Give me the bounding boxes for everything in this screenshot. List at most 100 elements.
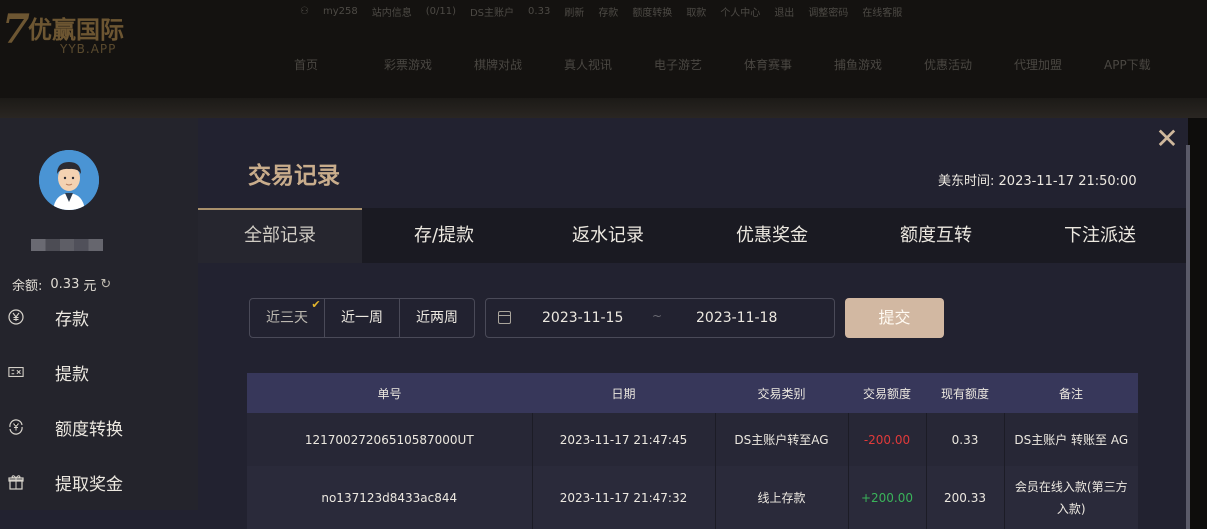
cell-balance: 200.33 [926, 466, 1005, 529]
main-panel: 交易记录 美东时间: 2023-11-17 21:50:00 ✕ 全部记录 存/… [198, 118, 1188, 529]
table-row: no137123d8433ac844 2023-11-17 21:47:32 线… [247, 466, 1138, 529]
close-icon[interactable]: ✕ [1155, 124, 1179, 154]
sidebar-item-label: 提款 [55, 364, 89, 385]
avatar [39, 150, 99, 210]
nav-item[interactable]: 首页 [294, 56, 384, 73]
nav-item[interactable]: 电子游艺 [654, 56, 744, 73]
range-label: 近三天 [266, 310, 308, 326]
topbar-password[interactable]: 调整密码 [808, 4, 848, 19]
logo-sub: YYB.APP [60, 42, 117, 56]
logo-mark: 7 [2, 6, 30, 53]
sidebar-item-bonus[interactable]: 提取奖金 [0, 467, 198, 497]
sidebar-item-withdraw[interactable]: 提款 [0, 357, 198, 387]
column-header: 交易额度 [848, 373, 926, 413]
topbar-logout[interactable]: 退出 [774, 4, 794, 19]
gift-icon [8, 474, 24, 490]
site-header: 7 优赢国际 YYB.APP ⚇ my258 站内信息 (0/11) DS主账户… [0, 0, 1207, 118]
topbar-account: DS主账户 [469, 8, 515, 19]
sidebar-item-label: 提取奖金 [55, 474, 123, 495]
nav-item[interactable]: APP下载 [1104, 56, 1194, 73]
date-start[interactable]: 2023-11-15 [542, 310, 623, 326]
tab-transfers[interactable]: 额度互转 [854, 208, 1018, 263]
topbar-withdraw[interactable]: 取款 [686, 4, 706, 19]
cell-note: DS主账户 转账至 AG [1004, 413, 1138, 466]
tab-bar: 全部记录 存/提款 返水记录 优惠奖金 额度互转 下注派送 [198, 208, 1188, 263]
tab-deposit-withdraw[interactable]: 存/提款 [362, 208, 526, 263]
balance-unit: 元 [83, 279, 97, 294]
column-header: 交易类别 [715, 373, 848, 413]
nav-item[interactable]: 代理加盟 [1014, 56, 1104, 73]
site-banner [0, 98, 1207, 118]
transfer-icon [8, 419, 24, 435]
nav-item[interactable]: 优惠活动 [924, 56, 1014, 73]
site-topbar: ⚇ my258 站内信息 (0/11) DS主账户 0.33 刷新 存款 额度转… [300, 4, 902, 19]
date-separator: ~ [652, 309, 663, 323]
range-1-week[interactable]: 近一周 [325, 299, 400, 337]
date-end[interactable]: 2023-11-18 [696, 310, 777, 326]
balance: 余额: 0.33 元 ↻ [12, 275, 111, 294]
cell-type: 线上存款 [715, 466, 849, 529]
logo-text: 优赢国际 [28, 16, 124, 44]
page-title: 交易记录 [248, 163, 340, 189]
cell-amount: +200.00 [848, 466, 927, 529]
topbar-support[interactable]: 在线客服 [862, 4, 902, 19]
sidebar-item-deposit[interactable]: 存款 [0, 302, 198, 332]
column-header: 日期 [532, 373, 715, 413]
site-nav: 首页 彩票游戏 棋牌对战 真人视讯 电子游艺 体育赛事 捕鱼游戏 优惠活动 代理… [294, 56, 1194, 73]
username-redacted [31, 239, 103, 251]
nav-item[interactable]: 棋牌对战 [474, 56, 564, 73]
time-value: 2023-11-17 21:50:00 [998, 174, 1137, 189]
nav-item[interactable]: 体育赛事 [744, 56, 834, 73]
nav-item[interactable]: 彩票游戏 [384, 56, 474, 73]
topbar-balance: 0.33 [528, 6, 551, 17]
refresh-icon[interactable]: ↻ [100, 277, 111, 292]
withdraw-icon [8, 364, 24, 380]
balance-label: 余额: [12, 279, 43, 294]
deposit-icon [8, 309, 24, 325]
topbar-transfer[interactable]: 额度转换 [632, 4, 672, 19]
sidebar-item-label: 存款 [55, 309, 89, 330]
balance-value: 0.33 [50, 277, 80, 292]
site-logo[interactable]: 7 优赢国际 YYB.APP [0, 0, 150, 70]
nav-item[interactable]: 真人视讯 [564, 56, 654, 73]
tab-all-records[interactable]: 全部记录 [198, 208, 362, 263]
cell-order-id: no137123d8433ac844 [247, 466, 533, 529]
cell-order-id: 12170027206510587000UT [247, 413, 533, 466]
topbar-message-count: (0/11) [425, 6, 456, 17]
user-icon: ⚇ [300, 6, 309, 17]
cell-type: DS主账户转至AG [715, 413, 849, 466]
tab-rebate[interactable]: 返水记录 [526, 208, 690, 263]
column-header: 现有额度 [926, 373, 1004, 413]
cell-date: 2023-11-17 21:47:32 [532, 466, 716, 529]
tab-bet-payouts[interactable]: 下注派送 [1018, 208, 1182, 263]
topbar-username[interactable]: my258 [323, 6, 358, 17]
cell-amount: -200.00 [848, 413, 927, 466]
checkmark-icon: ✔ [311, 298, 321, 311]
column-header: 备注 [1004, 373, 1138, 413]
date-range-picker[interactable]: 2023-11-15 ~ 2023-11-18 [485, 298, 835, 338]
account-sidebar: 余额: 0.33 元 ↻ 存款 提款 额度转换 提取奖金 [0, 118, 198, 510]
nav-item[interactable]: 捕鱼游戏 [834, 56, 924, 73]
sidebar-item-label: 额度转换 [55, 419, 123, 440]
tab-promotions[interactable]: 优惠奖金 [690, 208, 854, 263]
transaction-modal: 余额: 0.33 元 ↻ 存款 提款 额度转换 提取奖金 交易记录 美东时间: … [0, 118, 1188, 529]
time-label: 美东时间: [938, 174, 995, 189]
range-2-weeks[interactable]: 近两周 [400, 299, 474, 337]
cell-note: 会员在线入款(第三方入款) [1004, 466, 1138, 529]
table-header-row: 单号 日期 交易类别 交易额度 现有额度 备注 [247, 373, 1138, 413]
cell-date: 2023-11-17 21:47:45 [532, 413, 716, 466]
column-header: 单号 [247, 373, 532, 413]
topbar-messages[interactable]: 站内信息 [372, 4, 412, 19]
topbar-deposit[interactable]: 存款 [598, 4, 618, 19]
table-row: 12170027206510587000UT 2023-11-17 21:47:… [247, 413, 1138, 466]
topbar-refresh[interactable]: 刷新 [564, 4, 584, 19]
calendar-icon [498, 311, 511, 324]
avatar-icon [39, 150, 99, 210]
sidebar-item-transfer[interactable]: 额度转换 [0, 412, 198, 442]
range-label: 近两周 [416, 310, 458, 326]
topbar-profile[interactable]: 个人中心 [720, 4, 760, 19]
range-3-days[interactable]: 近三天 ✔ [250, 299, 325, 337]
transaction-table: 单号 日期 交易类别 交易额度 现有额度 备注 1217002720651058… [247, 373, 1138, 529]
submit-button[interactable]: 提交 [845, 298, 944, 338]
scrollbar[interactable] [1186, 145, 1190, 529]
